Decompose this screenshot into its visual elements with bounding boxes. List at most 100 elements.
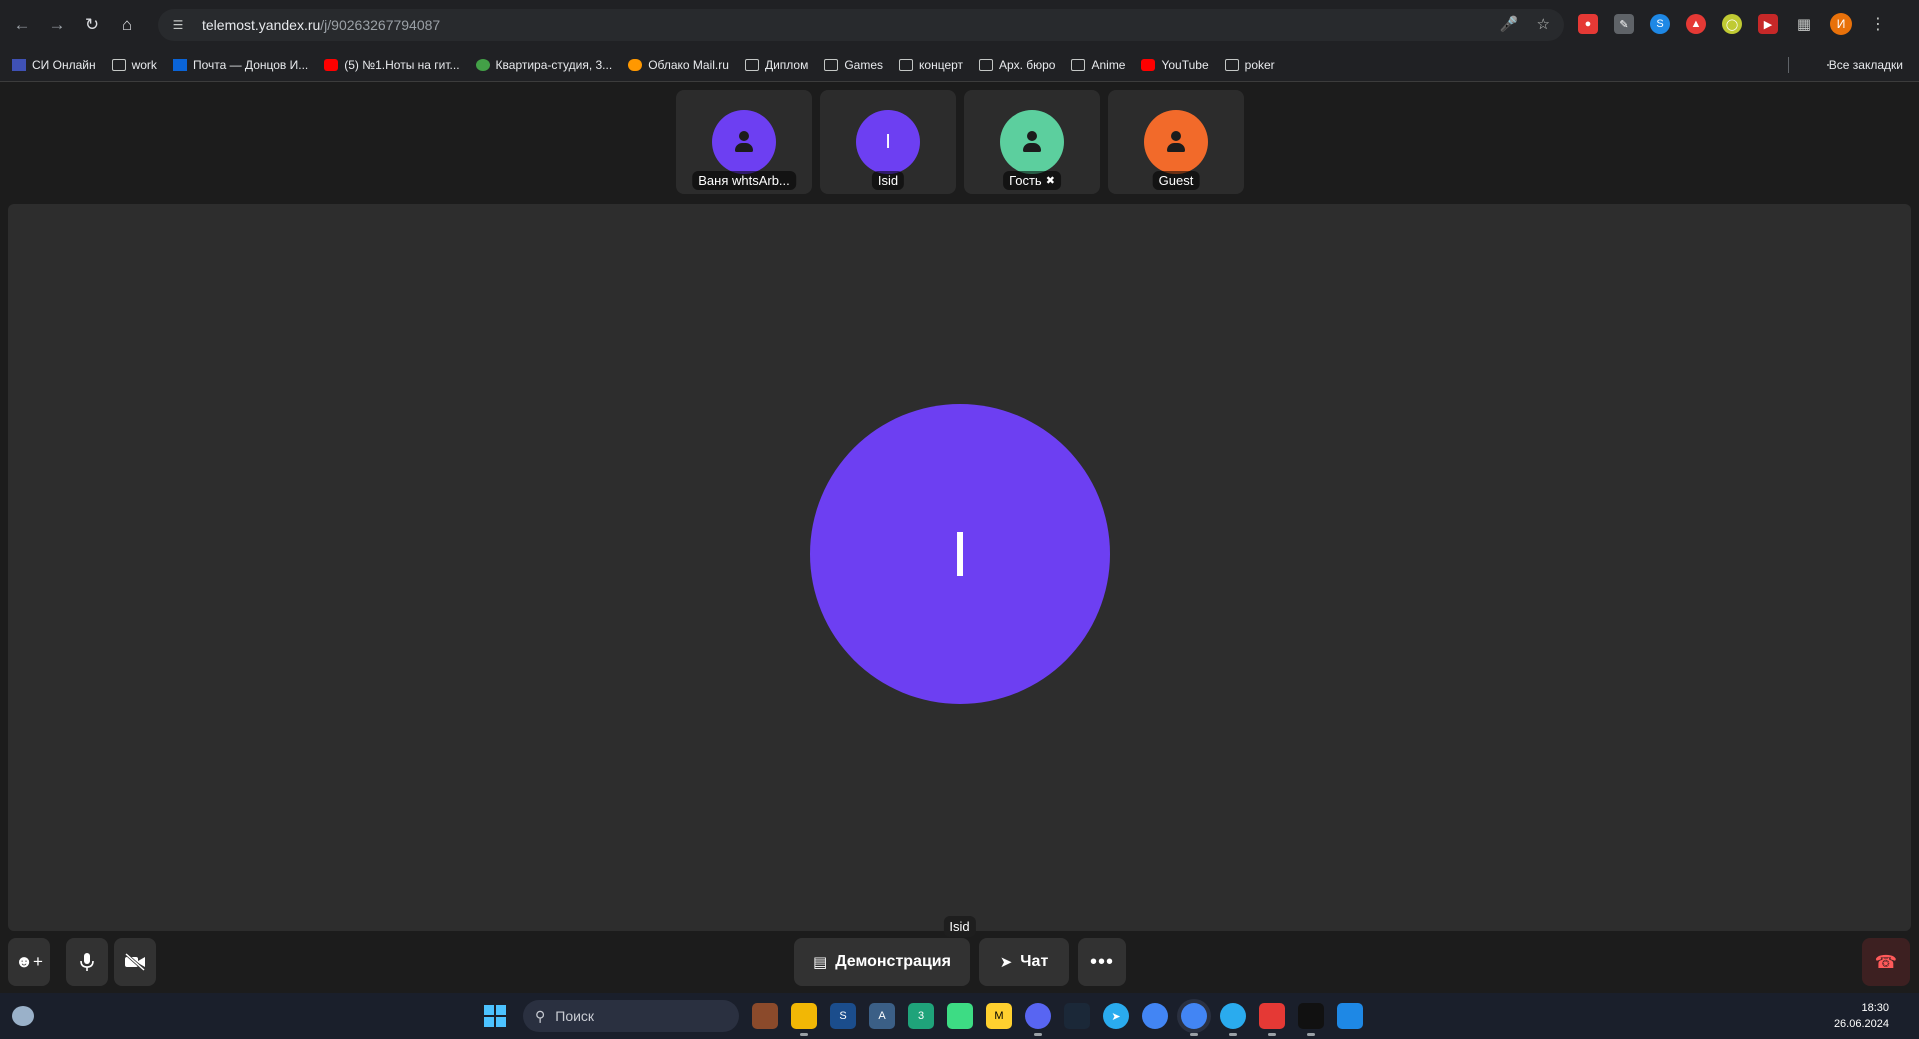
person-icon — [1163, 129, 1189, 155]
url-text[interactable]: telemost.yandex.ru/j/90263267794087 — [202, 17, 440, 33]
telegram-second-app-icon[interactable] — [1220, 1003, 1246, 1036]
more-options-button[interactable]: ••• — [1078, 938, 1126, 986]
bookmark-youtube[interactable]: YouTube — [1141, 58, 1209, 72]
chrome-app-icon[interactable] — [1142, 1003, 1168, 1029]
participant-name-tag: Guest — [1152, 171, 1200, 190]
bookmark-anime[interactable]: Anime — [1071, 58, 1125, 72]
participant-name: Гость — [1009, 173, 1042, 188]
extension-video-icon[interactable]: ▶ — [1758, 14, 1778, 34]
participant-tile[interactable]: Guest — [1108, 90, 1244, 194]
extension-blue-icon[interactable]: S — [1650, 14, 1670, 34]
bookmark-label: Арх. бюро — [999, 58, 1056, 72]
bookmark-label: poker — [1244, 58, 1275, 72]
bookmark-label: Диплом — [764, 58, 809, 72]
camera-off-icon — [125, 953, 145, 971]
dark-app-icon[interactable] — [1298, 1003, 1324, 1036]
bookmark-label: YouTube — [1161, 58, 1209, 72]
extension-grey-icon[interactable]: ✎ — [1614, 14, 1634, 34]
windows-logo-icon — [484, 1017, 494, 1027]
bookmark-label: Облако Mail.ru — [648, 58, 729, 72]
participant-tile[interactable]: Ваня whtsArb... — [676, 90, 812, 194]
bookmark-work[interactable]: work — [111, 58, 157, 72]
chat-label: Чат — [1020, 953, 1049, 970]
bookmark-diploma[interactable]: Диплом — [744, 58, 809, 72]
participant-tile[interactable]: Гость ✖ — [964, 90, 1100, 194]
bookmark-si-online[interactable]: СИ Онлайн — [12, 58, 96, 72]
telegram-app-icon[interactable]: ➤ — [1103, 1003, 1129, 1029]
autocad-app-icon[interactable]: A — [869, 1003, 895, 1029]
extension-fire-icon[interactable]: ▲ — [1686, 14, 1706, 34]
bookmark-cloud[interactable]: Облако Mail.ru — [628, 58, 729, 72]
miro-app-icon[interactable]: M — [986, 1003, 1012, 1029]
avito-icon — [475, 59, 490, 71]
participant-avatar — [1144, 110, 1208, 174]
all-bookmarks-button[interactable]: Все закладки — [1826, 58, 1903, 72]
bookmark-label: work — [131, 58, 157, 72]
bookmark-arch[interactable]: Арх. бюро — [979, 58, 1055, 72]
discord-app-icon[interactable] — [1025, 1003, 1051, 1036]
sketchup-app-icon[interactable]: S — [830, 1003, 856, 1029]
participant-name: Ваня whtsArb... — [698, 173, 790, 188]
bookmark-poker[interactable]: poker — [1224, 58, 1275, 72]
chrome-active-app-icon[interactable] — [1181, 1003, 1207, 1036]
screen-share-button[interactable]: ▤ Демонстрация — [794, 938, 970, 986]
android-app-icon[interactable] — [947, 1003, 973, 1029]
3d-app-icon[interactable]: 3 — [908, 1003, 934, 1029]
steam-app-icon[interactable] — [1064, 1003, 1090, 1029]
bookmark-concert[interactable]: концерт — [899, 58, 963, 72]
bookmark-label: Квартира-студия, 3... — [495, 58, 613, 72]
meeting-controls: ☻+ ▤ Демонстрация ➤ Чат ••• ☎ — [0, 938, 1919, 993]
profile-avatar[interactable]: И — [1830, 13, 1852, 35]
home-icon[interactable]: ⌂ — [114, 12, 140, 38]
bookmark-apartment[interactable]: Квартира-студия, 3... — [475, 58, 613, 72]
system-clock[interactable]: 18:30 26.06.2024 — [1834, 1000, 1889, 1032]
weather-widget-icon[interactable] — [12, 1006, 34, 1026]
photos-app-icon[interactable] — [1337, 1003, 1363, 1029]
red-gear-app-icon[interactable] — [1259, 1003, 1285, 1036]
folder-icon — [1071, 59, 1086, 71]
bookmark-label: концерт — [919, 58, 964, 72]
windows-logo-icon — [496, 1017, 506, 1027]
address-bar[interactable]: ☰ telemost.yandex.ru/j/90263267794087 🎤 … — [158, 9, 1564, 41]
add-person-icon: ☻+ — [15, 952, 43, 971]
bookmark-games[interactable]: Games — [824, 58, 883, 72]
camera-button[interactable] — [114, 938, 156, 986]
bookmark-mail[interactable]: Почта — Донцов И... — [172, 58, 308, 72]
extensions-puzzle-icon[interactable]: ▦ — [1794, 14, 1814, 34]
game-app-icon[interactable] — [752, 1003, 778, 1029]
chat-button[interactable]: ➤ Чат — [979, 938, 1069, 986]
search-placeholder: Поиск — [555, 1008, 595, 1024]
si-icon — [12, 59, 26, 71]
microphone-icon[interactable]: 🎤 — [1500, 15, 1519, 33]
participant-tile[interactable]: I Isid — [820, 90, 956, 194]
bookmark-label: (5) №1.Ноты на гит... — [344, 58, 460, 72]
participant-name: Isid — [877, 173, 899, 188]
leave-call-button[interactable]: ☎ — [1862, 938, 1910, 986]
site-settings-icon[interactable]: ☰ — [168, 15, 188, 35]
file-explorer-icon[interactable] — [791, 1003, 817, 1036]
star-icon[interactable]: ☆ — [1537, 15, 1550, 33]
search-icon: ⚲ — [535, 1007, 546, 1024]
reload-icon[interactable]: ↻ — [79, 12, 105, 38]
back-arrow-icon[interactable]: ← — [9, 12, 35, 38]
person-icon — [731, 129, 757, 155]
participant-name-tag: Гость ✖ — [1003, 171, 1061, 190]
person-icon — [1019, 129, 1045, 155]
taskbar-search[interactable]: ⚲ Поиск — [523, 1000, 739, 1032]
folder-icon — [824, 59, 839, 71]
forward-arrow-icon[interactable]: → — [44, 12, 70, 38]
start-button[interactable] — [484, 1005, 506, 1027]
participant-avatar — [1000, 110, 1064, 174]
extension-yellow-icon[interactable]: ◯ — [1722, 14, 1742, 34]
extension-red-icon[interactable]: ● — [1578, 14, 1598, 34]
screen-share-icon: ▤ — [813, 954, 828, 971]
microphone-button[interactable] — [66, 938, 108, 986]
kebab-menu-icon[interactable]: ⋮ — [1868, 14, 1888, 34]
cloud-icon — [628, 59, 643, 71]
all-bookmarks-label: Все закладки — [1828, 58, 1903, 72]
bookmarks-bar: СИ Онлайн work Почта — Донцов И... (5) №… — [0, 49, 1919, 82]
bookmark-notes[interactable]: (5) №1.Ноты на гит... — [324, 58, 460, 72]
folder-icon — [899, 59, 914, 71]
invite-button[interactable]: ☻+ — [8, 938, 50, 986]
participant-name: Guest — [1158, 173, 1194, 188]
